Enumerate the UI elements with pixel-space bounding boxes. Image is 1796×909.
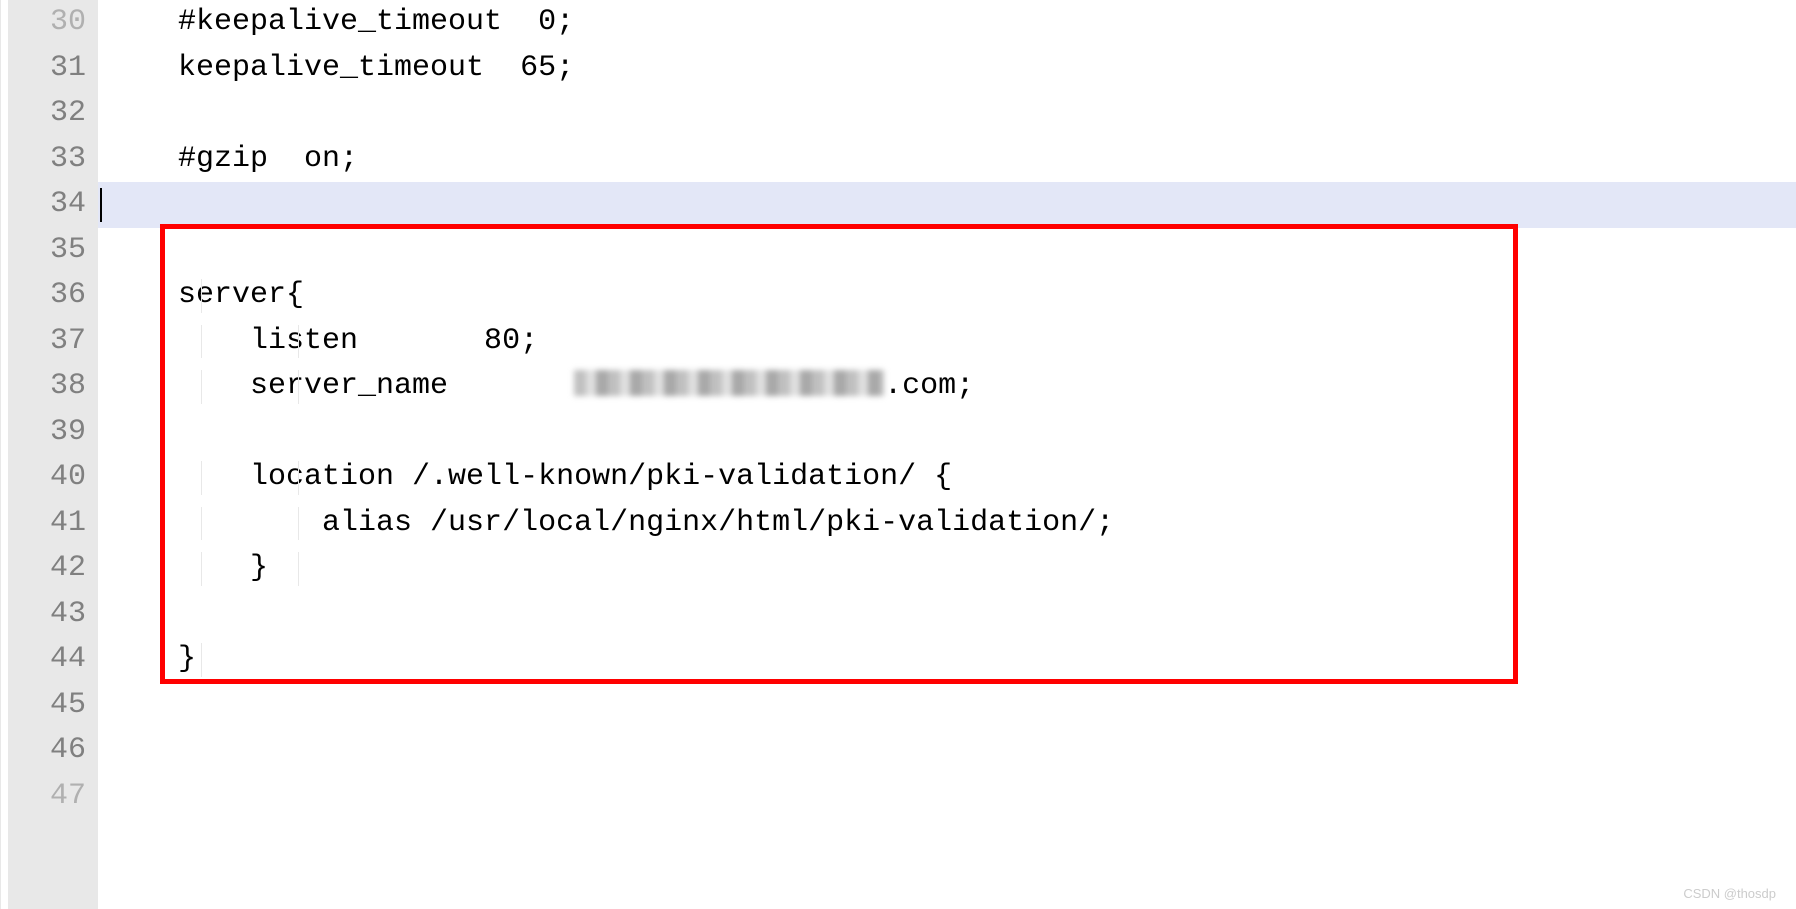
code-text: .com; (884, 369, 974, 403)
line-number-gutter: 30 31 32 33 34 35 36 37 38 39 40 41 42 4… (8, 0, 98, 909)
code-line-current[interactable] (98, 182, 1796, 228)
code-text: server{ (106, 278, 304, 312)
code-line[interactable]: server_name .com; (98, 364, 1796, 410)
code-line[interactable] (98, 728, 1796, 774)
code-line[interactable]: alias /usr/local/nginx/html/pki-validati… (98, 501, 1796, 547)
watermark-text: CSDN @thosdp (1683, 886, 1776, 901)
code-text: alias /usr/local/nginx/html/pki-validati… (106, 506, 1114, 540)
line-number: 43 (8, 592, 86, 638)
line-number: 40 (8, 455, 86, 501)
code-line[interactable]: location /.well-known/pki-validation/ { (98, 455, 1796, 501)
code-line[interactable]: server{ (98, 273, 1796, 319)
line-number: 45 (8, 683, 86, 729)
line-number: 36 (8, 273, 86, 319)
code-line[interactable]: listen 80; (98, 319, 1796, 365)
line-number: 33 (8, 137, 86, 183)
code-text: } (106, 642, 196, 676)
line-number: 34 (8, 182, 86, 228)
line-number: 37 (8, 319, 86, 365)
code-line[interactable] (98, 774, 1796, 820)
left-margin (0, 0, 8, 909)
code-line[interactable] (98, 683, 1796, 729)
code-line[interactable]: #keepalive_timeout 0; (98, 0, 1796, 46)
code-text: location /.well-known/pki-validation/ { (106, 460, 952, 494)
line-number: 47 (8, 774, 86, 820)
code-line[interactable]: } (98, 637, 1796, 683)
code-line[interactable] (98, 228, 1796, 274)
code-line[interactable]: keepalive_timeout 65; (98, 46, 1796, 92)
code-content[interactable]: #keepalive_timeout 0; keepalive_timeout … (98, 0, 1796, 909)
line-number: 32 (8, 91, 86, 137)
line-number: 38 (8, 364, 86, 410)
line-number: 30 (8, 0, 86, 46)
code-line[interactable] (98, 91, 1796, 137)
code-editor: 30 31 32 33 34 35 36 37 38 39 40 41 42 4… (0, 0, 1796, 909)
code-text: } (106, 551, 268, 585)
code-text: listen 80; (106, 324, 538, 358)
code-line[interactable] (98, 410, 1796, 456)
line-number: 31 (8, 46, 86, 92)
line-number: 41 (8, 501, 86, 547)
code-line[interactable]: #gzip on; (98, 137, 1796, 183)
line-number: 39 (8, 410, 86, 456)
code-line[interactable] (98, 592, 1796, 638)
code-text: server_name (106, 369, 574, 403)
line-number: 46 (8, 728, 86, 774)
line-number: 35 (8, 228, 86, 274)
code-line[interactable]: } (98, 546, 1796, 592)
line-number: 42 (8, 546, 86, 592)
redacted-domain (574, 370, 884, 396)
line-number: 44 (8, 637, 86, 683)
